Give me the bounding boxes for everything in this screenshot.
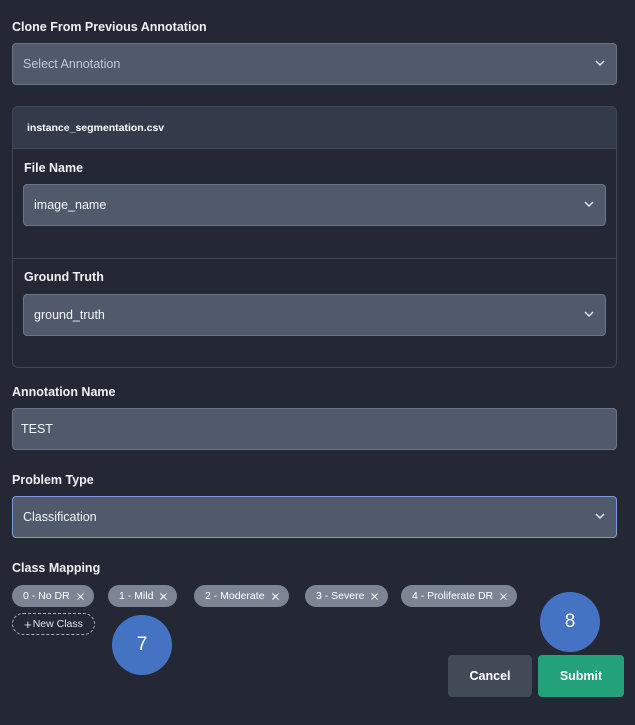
annotation-name-input[interactable]: TEST xyxy=(12,408,617,450)
close-icon[interactable] xyxy=(159,592,168,601)
clone-annotation-select[interactable]: Select Annotation xyxy=(12,43,617,85)
close-icon[interactable] xyxy=(271,592,280,601)
class-chip[interactable]: 2 - Moderate xyxy=(194,585,289,607)
chevron-down-icon xyxy=(583,308,595,320)
step-badge-8: 8 xyxy=(540,592,600,652)
class-chip[interactable]: 3 - Severe xyxy=(305,585,389,607)
class-chip-label: 4 - Proliferate DR xyxy=(412,590,494,602)
problem-type-label: Problem Type xyxy=(12,473,94,487)
class-chip[interactable]: 4 - Proliferate DR xyxy=(401,585,518,607)
clone-annotation-label: Clone From Previous Annotation xyxy=(12,20,207,34)
ground-truth-label: Ground Truth xyxy=(24,270,104,284)
submit-button[interactable]: Submit xyxy=(538,655,624,697)
chevron-down-icon xyxy=(594,57,606,69)
annotation-name-label: Annotation Name xyxy=(12,385,116,399)
annotation-name-value: TEST xyxy=(21,422,53,436)
class-chip[interactable]: 1 - Mild xyxy=(108,585,178,607)
card-divider xyxy=(13,258,616,259)
class-mapping-label: Class Mapping xyxy=(12,561,101,575)
step-badge-7: 7 xyxy=(112,615,172,675)
class-chip[interactable]: 0 - No DR xyxy=(12,585,94,607)
new-class-button[interactable]: + New Class xyxy=(12,613,95,635)
class-chip-label: 1 - Mild xyxy=(119,590,154,602)
cancel-button[interactable]: Cancel xyxy=(448,655,532,697)
problem-type-value: Classification xyxy=(23,510,97,524)
class-chip-label: 3 - Severe xyxy=(316,590,365,602)
file-name-select[interactable]: image_name xyxy=(23,184,606,226)
file-name-label: File Name xyxy=(24,161,84,175)
problem-type-select[interactable]: Classification xyxy=(12,496,617,538)
clone-annotation-placeholder: Select Annotation xyxy=(23,57,121,71)
file-name-value: image_name xyxy=(34,198,107,212)
class-chip-label: 2 - Moderate xyxy=(205,590,265,602)
close-icon[interactable] xyxy=(76,592,85,601)
ground-truth-value: ground_truth xyxy=(34,308,105,322)
chevron-down-icon xyxy=(583,198,595,210)
file-card-title: instance_segmentation.csv xyxy=(13,107,616,149)
close-icon[interactable] xyxy=(370,592,379,601)
ground-truth-select[interactable]: ground_truth xyxy=(23,294,606,336)
plus-icon: + xyxy=(24,616,32,632)
class-chip-label: 0 - No DR xyxy=(23,590,70,602)
new-class-label: New Class xyxy=(32,618,83,630)
chevron-down-icon xyxy=(594,510,606,522)
close-icon[interactable] xyxy=(499,592,508,601)
